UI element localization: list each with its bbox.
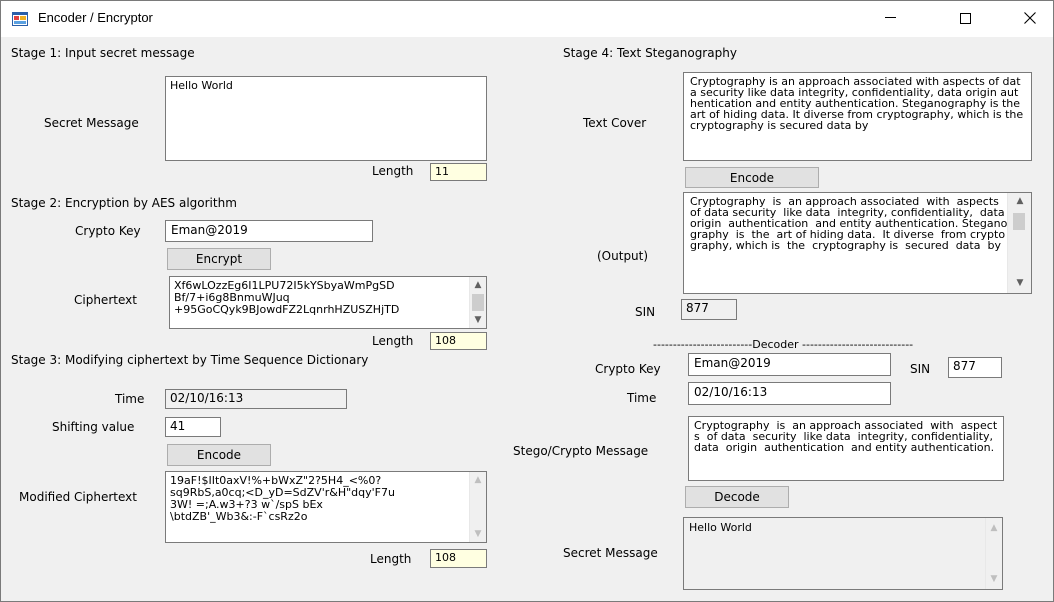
scroll-down-icon[interactable]: ▼ — [986, 571, 1002, 587]
crypto-key-label: Crypto Key — [75, 224, 141, 238]
scroll-up-icon[interactable]: ▲ — [470, 472, 486, 488]
secret-length-label: Length — [372, 164, 414, 178]
sin-label: SIN — [635, 305, 656, 319]
stego-message-label: Stego/Crypto Message — [513, 444, 649, 458]
decoder-key-input[interactable]: Eman@2019 — [688, 353, 891, 376]
secret-message-input[interactable]: Hello World — [165, 76, 487, 161]
scroll-up-icon[interactable]: ▲ — [1008, 193, 1031, 209]
output-text: Cryptography is an approach associated w… — [690, 196, 1008, 252]
secret-message-label: Secret Message — [44, 116, 139, 130]
ciphertext-label: Ciphertext — [74, 293, 137, 307]
modified-scrollbar[interactable]: ▲ ▼ — [469, 472, 486, 542]
decoded-secret-field[interactable]: Hello World ▲ ▼ — [683, 517, 1003, 590]
encrypt-button[interactable]: Encrypt — [167, 248, 271, 270]
stage4-encode-button[interactable]: Encode — [685, 167, 819, 188]
minimize-button[interactable] — [867, 1, 913, 35]
scroll-up-icon[interactable]: ▲ — [986, 520, 1002, 536]
close-button[interactable] — [1007, 1, 1053, 35]
decoded-scrollbar[interactable]: ▲ ▼ — [985, 518, 1002, 589]
decoder-sin-label: SIN — [910, 362, 931, 376]
stage1-heading: Stage 1: Input secret message — [11, 46, 195, 60]
ciphertext-scrollbar[interactable]: ▲ ▼ — [469, 277, 486, 328]
decode-button[interactable]: Decode — [685, 486, 789, 508]
decoder-time-label: Time — [627, 391, 657, 405]
decoder-sin-input[interactable]: 877 — [948, 357, 1002, 378]
title-bar: Encoder / Encryptor — [1, 1, 1053, 37]
shifting-value-label: Shifting value — [52, 420, 135, 434]
time-label: Time — [115, 392, 145, 406]
modified-ciphertext-text: 19aF!$IIt0axV!%+bWxZ"2?5H4_<%0? sq9RbS,a… — [170, 475, 395, 523]
decoder-time-input[interactable]: 02/10/16:13 — [688, 382, 891, 405]
app-icon — [12, 12, 28, 26]
stage2-heading: Stage 2: Encryption by AES algorithm — [11, 196, 237, 210]
scroll-up-icon[interactable]: ▲ — [470, 277, 486, 293]
modified-ciphertext-field[interactable]: 19aF!$IIt0axV!%+bWxZ"2?5H4_<%0? sq9RbS,a… — [165, 471, 487, 543]
maximize-icon — [959, 12, 971, 24]
scroll-down-icon[interactable]: ▼ — [470, 312, 486, 328]
scroll-thumb[interactable] — [1013, 213, 1025, 230]
cipher-length-label: Length — [372, 334, 414, 348]
decoder-separator: -------------------------Decoder -------… — [653, 338, 914, 351]
stego-message-input[interactable]: Cryptography is an approach associated w… — [688, 416, 1004, 481]
stage3-heading: Stage 3: Modifying ciphertext by Time Se… — [11, 353, 369, 367]
scroll-thumb[interactable] — [472, 294, 484, 311]
sin-field[interactable]: 877 — [681, 299, 737, 320]
output-scrollbar[interactable]: ▲ ▼ — [1007, 193, 1031, 293]
decoded-secret-label: Secret Message — [563, 546, 658, 560]
text-cover-label: Text Cover — [583, 116, 647, 130]
secret-length-field[interactable]: 11 — [430, 163, 487, 181]
time-field[interactable]: 02/10/16:13 — [165, 389, 347, 409]
ciphertext-field[interactable]: Xf6wLOzzEg6I1LPU72I5kYSbyaWmPgSD Bf/7+i6… — [169, 276, 487, 329]
decoder-key-label: Crypto Key — [595, 362, 661, 376]
shifting-value-input[interactable]: 41 — [165, 417, 221, 437]
decoded-secret-text: Hello World — [689, 522, 752, 534]
minimize-icon — [884, 17, 896, 18]
maximize-button[interactable] — [942, 1, 988, 35]
crypto-key-input[interactable]: Eman@2019 — [165, 220, 373, 242]
stage4-heading: Stage 4: Text Steganography — [563, 46, 737, 60]
output-field[interactable]: Cryptography is an approach associated w… — [683, 192, 1032, 294]
modified-length-field[interactable]: 108 — [430, 549, 487, 568]
scroll-down-icon[interactable]: ▼ — [1008, 275, 1031, 291]
encoder-window: Encoder / Encryptor Stage 1: Input secre… — [0, 0, 1054, 602]
window-title: Encoder / Encryptor — [38, 10, 153, 25]
stage3-encode-button[interactable]: Encode — [167, 444, 271, 466]
cipher-length-field[interactable]: 108 — [430, 332, 487, 350]
ciphertext-text: Xf6wLOzzEg6I1LPU72I5kYSbyaWmPgSD Bf/7+i6… — [174, 280, 400, 316]
text-cover-input[interactable]: Cryptography is an approach associated w… — [683, 72, 1032, 161]
modified-ciphertext-label: Modified Ciphertext — [19, 490, 137, 504]
close-icon — [1024, 12, 1036, 24]
scroll-down-icon[interactable]: ▼ — [470, 526, 486, 542]
modified-length-label: Length — [370, 552, 412, 566]
output-label: (Output) — [597, 249, 649, 263]
